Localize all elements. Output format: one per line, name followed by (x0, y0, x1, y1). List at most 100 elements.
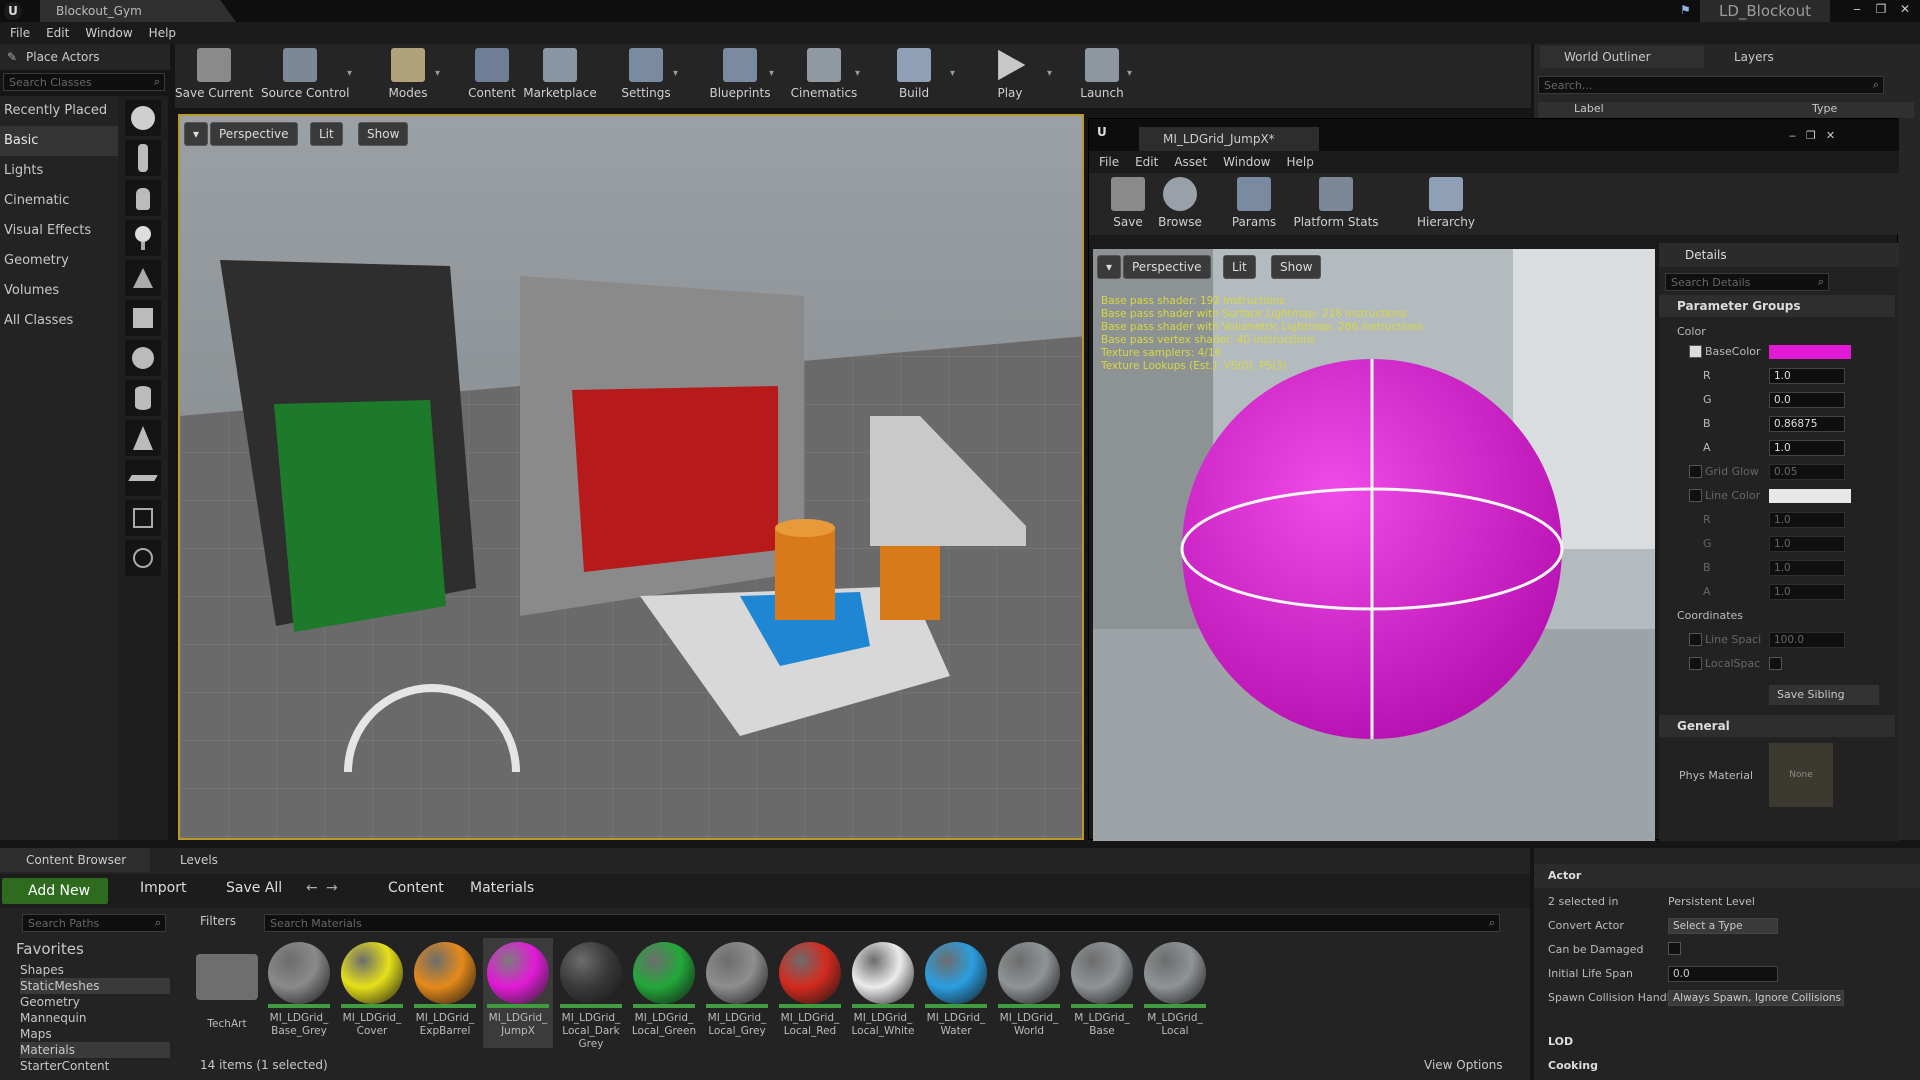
coordinates-group[interactable]: Coordinates (1659, 605, 1895, 627)
source-control-button[interactable]: Source Control (261, 48, 349, 106)
convert-actor-dropdown[interactable]: Select a Type (1668, 918, 1778, 934)
folder-shapes[interactable]: Shapes (20, 962, 170, 978)
import-button[interactable]: Import (140, 880, 186, 896)
me-menu-help[interactable]: Help (1280, 155, 1319, 169)
chevron-down-icon[interactable]: ▾ (769, 68, 774, 79)
asset-tile[interactable]: MI_LDGrid_ Water (921, 938, 991, 1048)
content-button[interactable]: Content (453, 48, 531, 106)
minimize-button[interactable]: ‒ (1848, 2, 1866, 16)
basecolor-g-field[interactable]: 0.0 (1769, 392, 1845, 408)
menu-help[interactable]: Help (143, 26, 182, 40)
me-viewport-options-button[interactable]: ▾ (1097, 255, 1122, 279)
asset-tile[interactable]: MI_LDGrid_ Base_Grey (264, 938, 334, 1048)
plane-icon[interactable] (125, 460, 161, 496)
point-light-icon[interactable] (125, 220, 161, 256)
asset-tile[interactable]: MI_LDGrid_ Local_Red (775, 938, 845, 1048)
local-space-override-checkbox[interactable] (1689, 657, 1702, 670)
lit-button[interactable]: Lit (310, 122, 343, 146)
menu-edit[interactable]: Edit (40, 26, 75, 40)
chevron-down-icon[interactable]: ▾ (347, 68, 352, 79)
save-all-button[interactable]: Save All (226, 880, 282, 896)
line-spacing-field[interactable]: 100.0 (1769, 632, 1845, 648)
folder-mannequin[interactable]: Mannequin (20, 1010, 170, 1026)
layers-tab[interactable]: Layers (1710, 46, 1830, 68)
category-cinematic[interactable]: Cinematic (0, 186, 118, 216)
chevron-down-icon[interactable]: ▾ (673, 68, 678, 79)
asset-tile[interactable]: M_LDGrid_ Base (1067, 938, 1137, 1048)
params-button[interactable]: Params (1215, 177, 1293, 235)
asset-tile[interactable]: M_LDGrid_ Local (1140, 938, 1210, 1048)
asset-tile[interactable]: MI_LDGrid_ JumpX (483, 938, 553, 1048)
close-button[interactable]: ✕ (1896, 2, 1914, 16)
phys-material-thumbnail[interactable]: None (1769, 743, 1833, 807)
sphere-icon[interactable] (125, 340, 161, 376)
grid-glow-checkbox[interactable] (1689, 465, 1702, 478)
build-button[interactable]: Build (875, 48, 953, 106)
save-current-button[interactable]: Save Current (175, 48, 253, 106)
view-options-button[interactable]: View Options (1424, 1058, 1503, 1072)
chevron-down-icon[interactable]: ▾ (855, 68, 860, 79)
filters-button[interactable]: Filters (200, 914, 236, 928)
search-materials-input[interactable]: Search Materials ⌕ (264, 914, 1500, 932)
category-recently-placed[interactable]: Recently Placed (0, 96, 118, 126)
grid-glow-field[interactable]: 0.05 (1769, 464, 1845, 480)
level-tab[interactable]: Blockout_Gym (40, 0, 236, 22)
line-color-swatch[interactable] (1769, 489, 1851, 503)
marketplace-button[interactable]: Marketplace (521, 48, 599, 106)
folder-materials[interactable]: Materials (20, 1042, 170, 1058)
line-spacing-checkbox[interactable] (1689, 633, 1702, 646)
unreal-logo-icon[interactable]: U (4, 2, 22, 20)
chevron-down-icon[interactable]: ▾ (950, 68, 955, 79)
save-sibling-button[interactable]: Save Sibling (1769, 685, 1879, 705)
content-browser-tab[interactable]: Content Browser (0, 848, 150, 872)
asset-tile[interactable]: MI_LDGrid_ Local_Dark Grey (556, 938, 626, 1050)
line-r-field[interactable]: 1.0 (1769, 512, 1845, 528)
actor-section[interactable]: Actor (1534, 864, 1920, 888)
search-paths-input[interactable]: Search Paths ⌕ (22, 914, 166, 932)
add-new-button[interactable]: Add New (2, 878, 108, 904)
menu-file[interactable]: File (4, 26, 36, 40)
color-group[interactable]: Color (1659, 321, 1895, 343)
hierarchy-button[interactable]: Hierarchy (1407, 177, 1485, 235)
levels-tab[interactable]: Levels (154, 848, 294, 872)
me-perspective-button[interactable]: Perspective (1123, 255, 1211, 279)
chevron-down-icon[interactable]: ▾ (1127, 68, 1132, 79)
line-g-field[interactable]: 1.0 (1769, 536, 1845, 552)
basecolor-a-field[interactable]: 1.0 (1769, 440, 1845, 456)
category-visual-effects[interactable]: Visual Effects (0, 216, 118, 246)
notification-icon[interactable]: ⚑ (1680, 3, 1691, 17)
folder-staticmeshes[interactable]: StaticMeshes (20, 978, 170, 994)
lod-section[interactable]: LOD (1534, 1030, 1920, 1054)
level-viewport[interactable]: ▾ Perspective Lit Show (178, 114, 1084, 840)
line-color-checkbox[interactable] (1689, 489, 1702, 502)
maximize-button[interactable]: ❐ (1806, 129, 1816, 142)
breadcrumb-materials[interactable]: Materials (470, 880, 534, 896)
line-a-field[interactable]: 1.0 (1769, 584, 1845, 600)
basecolor-r-field[interactable]: 1.0 (1769, 368, 1845, 384)
label-column-header[interactable]: Label (1574, 102, 1604, 115)
empty-pawn-icon[interactable] (125, 180, 161, 216)
me-menu-edit[interactable]: Edit (1129, 155, 1164, 169)
back-arrow-icon[interactable]: ← (306, 880, 318, 896)
asset-tile[interactable]: MI_LDGrid_ Cover (337, 938, 407, 1048)
browse-button[interactable]: Browse (1141, 177, 1219, 235)
general-section[interactable]: General (1659, 715, 1895, 737)
folder-maps[interactable]: Maps (20, 1026, 170, 1042)
maximize-button[interactable]: ❐ (1872, 2, 1890, 16)
asset-tile[interactable]: TechArt (192, 938, 262, 1048)
me-show-button[interactable]: Show (1271, 255, 1322, 279)
initial-life-span-field[interactable]: 0.0 (1668, 966, 1778, 982)
me-menu-asset[interactable]: Asset (1168, 155, 1213, 169)
perspective-button[interactable]: Perspective (210, 122, 298, 146)
outliner-search-input[interactable]: Search... ⌕ (1538, 76, 1884, 94)
chevron-down-icon[interactable]: ▾ (435, 68, 440, 79)
me-menu-window[interactable]: Window (1217, 155, 1276, 169)
favorites-header[interactable]: Favorites (16, 940, 84, 958)
search-details-input[interactable]: Search Details ⌕ (1665, 273, 1829, 291)
basecolor-b-field[interactable]: 0.86875 (1769, 416, 1845, 432)
material-preview-viewport[interactable]: ▾ Perspective Lit Show Base pass shader:… (1093, 249, 1655, 841)
category-geometry[interactable]: Geometry (0, 246, 118, 276)
type-column-header[interactable]: Type (1812, 102, 1837, 115)
breadcrumb-content[interactable]: Content (388, 880, 444, 896)
cylinder-icon[interactable] (125, 380, 161, 416)
